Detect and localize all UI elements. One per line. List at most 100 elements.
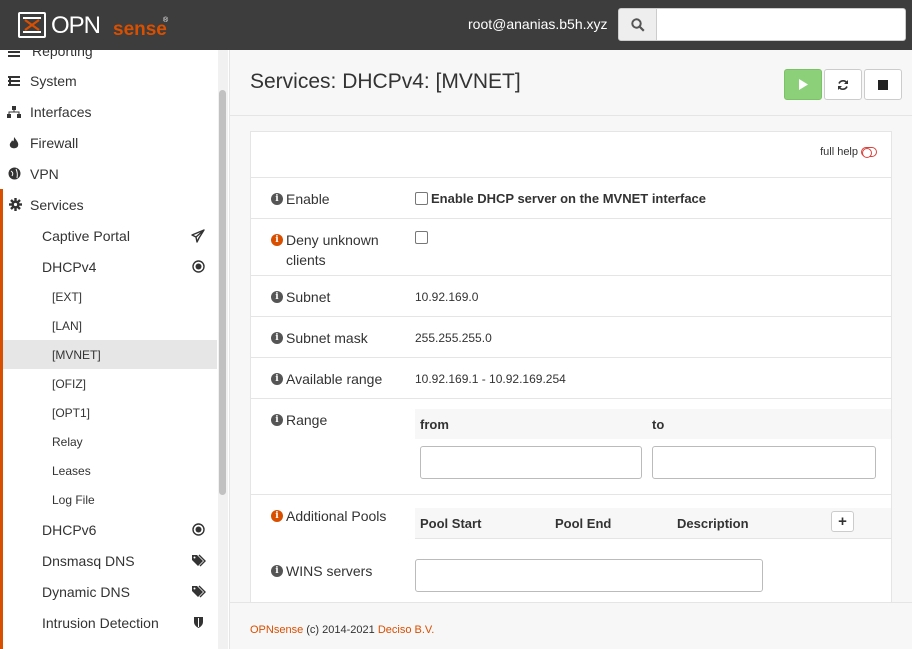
sidebar-item-dhcpv4[interactable]: DHCPv4 xyxy=(0,251,217,282)
available-range-value: 10.92.169.1 - 10.92.169.254 xyxy=(415,372,566,386)
sidebar-item-captive-portal[interactable]: Captive Portal xyxy=(0,220,217,251)
tags-icon xyxy=(183,585,213,598)
bullseye-icon xyxy=(183,260,213,273)
sidebar-item-label: System xyxy=(30,72,77,89)
top-navbar: OPN sense ® root@ananias.b5h.xyz xyxy=(0,0,912,50)
range-row: i Range from to xyxy=(251,399,891,495)
sidebar-scrollbar-thumb[interactable] xyxy=(219,90,226,495)
bullseye-icon xyxy=(183,523,213,536)
sidebar-item-partial xyxy=(0,638,217,649)
subnet-value: 10.92.169.0 xyxy=(415,290,479,304)
full-help-label: full help xyxy=(820,146,858,158)
sidebar-item-leases[interactable]: Leases xyxy=(0,456,217,485)
page-title: Services: DHCPv4: [MVNET] xyxy=(250,70,521,93)
add-pool-button[interactable]: + xyxy=(831,511,854,532)
sidebar-item-label: DHCPv6 xyxy=(42,521,97,538)
paper-plane-icon xyxy=(183,228,213,243)
sidebar-item-label: [OPT1] xyxy=(52,405,91,420)
pools-table-header: Pool Start Pool End Description + xyxy=(415,508,891,539)
sidebar-item-label: Dnsmasq DNS xyxy=(42,552,135,569)
info-icon[interactable]: i xyxy=(271,510,283,522)
start-service-button[interactable] xyxy=(784,69,822,100)
search-button[interactable] xyxy=(618,8,657,41)
fire-icon xyxy=(0,136,28,150)
sidebar-item-label: Services xyxy=(30,196,84,213)
footer-company-link[interactable]: Deciso B.V. xyxy=(378,624,434,636)
range-table-header: from to xyxy=(415,409,891,439)
footer-copyright: (c) 2014-2021 xyxy=(303,624,378,636)
main-content: Services: DHCPv4: [MVNET] full help i Ena… xyxy=(230,50,912,602)
sidebar-item-opt1[interactable]: [OPT1] xyxy=(0,398,217,427)
stop-service-button[interactable] xyxy=(864,69,902,100)
sidebar-item-firewall[interactable]: Firewall xyxy=(0,127,217,158)
gear-icon xyxy=(3,198,28,211)
sidebar-item-lan[interactable]: [LAN] xyxy=(0,311,217,340)
sidebar-item-reporting[interactable]: Reporting xyxy=(0,50,217,66)
additional-pools-label: Additional Pools xyxy=(286,508,387,524)
info-icon[interactable]: i xyxy=(271,332,283,344)
sidebar-item-label: Dynamic DNS xyxy=(42,583,130,600)
sidebar-item-label: Firewall xyxy=(30,134,79,151)
sidebar-item-system[interactable]: System xyxy=(0,65,217,96)
footer: OPNsense (c) 2014-2021 Deciso B.V. xyxy=(230,602,912,649)
search-input[interactable] xyxy=(656,8,906,41)
sidebar-item-vpn[interactable]: VPN xyxy=(0,158,217,189)
sidebar-item-ofiz[interactable]: [OFIZ] xyxy=(0,369,217,398)
range-to-header: to xyxy=(652,417,665,432)
info-icon[interactable]: i xyxy=(271,193,283,205)
svg-text:®: ® xyxy=(163,16,169,24)
info-icon[interactable]: i xyxy=(271,373,283,385)
sidebar-item-dhcpv6[interactable]: DHCPv6 xyxy=(0,514,217,545)
sidebar-item-label: Intrusion Detection xyxy=(42,614,159,631)
sidebar-item-ext[interactable]: [EXT] xyxy=(0,282,217,311)
sidebar-item-services[interactable]: Services xyxy=(0,189,217,220)
deny-unknown-checkbox[interactable] xyxy=(415,231,428,245)
wins-servers-input[interactable] xyxy=(415,559,763,592)
range-label: Range xyxy=(286,412,328,428)
deny-unknown-label: Deny unknown clients xyxy=(286,232,379,268)
sidebar: Reporting System Interfaces Firewall VPN… xyxy=(0,50,230,649)
wins-servers-label: WINS servers xyxy=(286,563,373,579)
full-help-toggle[interactable] xyxy=(861,147,877,158)
enable-checkbox-label[interactable]: Enable DHCP server on the MVNET interfac… xyxy=(431,191,706,206)
sidebar-item-label: Log File xyxy=(52,492,95,507)
sidebar-item-intrusion-detection[interactable]: Intrusion Detection xyxy=(0,607,217,638)
info-icon[interactable]: i xyxy=(271,234,283,246)
info-icon[interactable]: i xyxy=(271,565,283,577)
subnet-mask-row: i Subnet mask 255.255.255.0 xyxy=(251,317,891,358)
sidebar-item-label: [EXT] xyxy=(52,289,83,304)
sidebar-item-log-file[interactable]: Log File xyxy=(0,485,217,514)
available-range-label: Available range xyxy=(286,371,383,387)
sidebar-item-relay[interactable]: Relay xyxy=(0,427,217,456)
system-icon xyxy=(0,75,28,87)
enable-checkbox[interactable] xyxy=(415,192,428,206)
sidebar-item-label: Leases xyxy=(52,463,91,478)
enable-label: Enable xyxy=(286,191,330,207)
range-from-input[interactable] xyxy=(420,446,642,479)
sidebar-item-mvnet[interactable]: [MVNET] xyxy=(0,340,217,369)
page-header: Services: DHCPv4: [MVNET] xyxy=(230,50,912,116)
sidebar-item-label: VPN xyxy=(30,165,59,182)
sidebar-item-label: [OFIZ] xyxy=(52,376,86,391)
sidebar-item-dynamic-dns[interactable]: Dynamic DNS xyxy=(0,576,217,607)
search-icon xyxy=(630,17,645,32)
restart-service-button[interactable] xyxy=(824,69,862,100)
pool-end-header: Pool End xyxy=(555,516,612,531)
sidebar-item-interfaces[interactable]: Interfaces xyxy=(0,96,217,127)
sidebar-item-label: DHCPv4 xyxy=(42,258,97,275)
stop-icon xyxy=(878,79,888,90)
deny-unknown-row: i Deny unknown clients xyxy=(251,219,891,276)
reporting-icon xyxy=(0,50,28,57)
pool-start-header: Pool Start xyxy=(420,516,482,531)
info-icon[interactable]: i xyxy=(271,414,283,426)
info-icon[interactable]: i xyxy=(271,291,283,303)
opnsense-logo[interactable]: OPN sense ® xyxy=(17,10,172,40)
help-row: full help xyxy=(251,132,891,178)
svg-text:sense: sense xyxy=(113,19,167,40)
available-range-row: i Available range 10.92.169.1 - 10.92.169… xyxy=(251,358,891,399)
range-to-input[interactable] xyxy=(652,446,876,479)
footer-brand-link[interactable]: OPNsense xyxy=(250,624,303,636)
user-menu[interactable]: root@ananias.b5h.xyz xyxy=(468,16,608,33)
sidebar-item-dnsmasq-dns[interactable]: Dnsmasq DNS xyxy=(0,545,217,576)
sidebar-item-label: [MVNET] xyxy=(52,347,101,362)
